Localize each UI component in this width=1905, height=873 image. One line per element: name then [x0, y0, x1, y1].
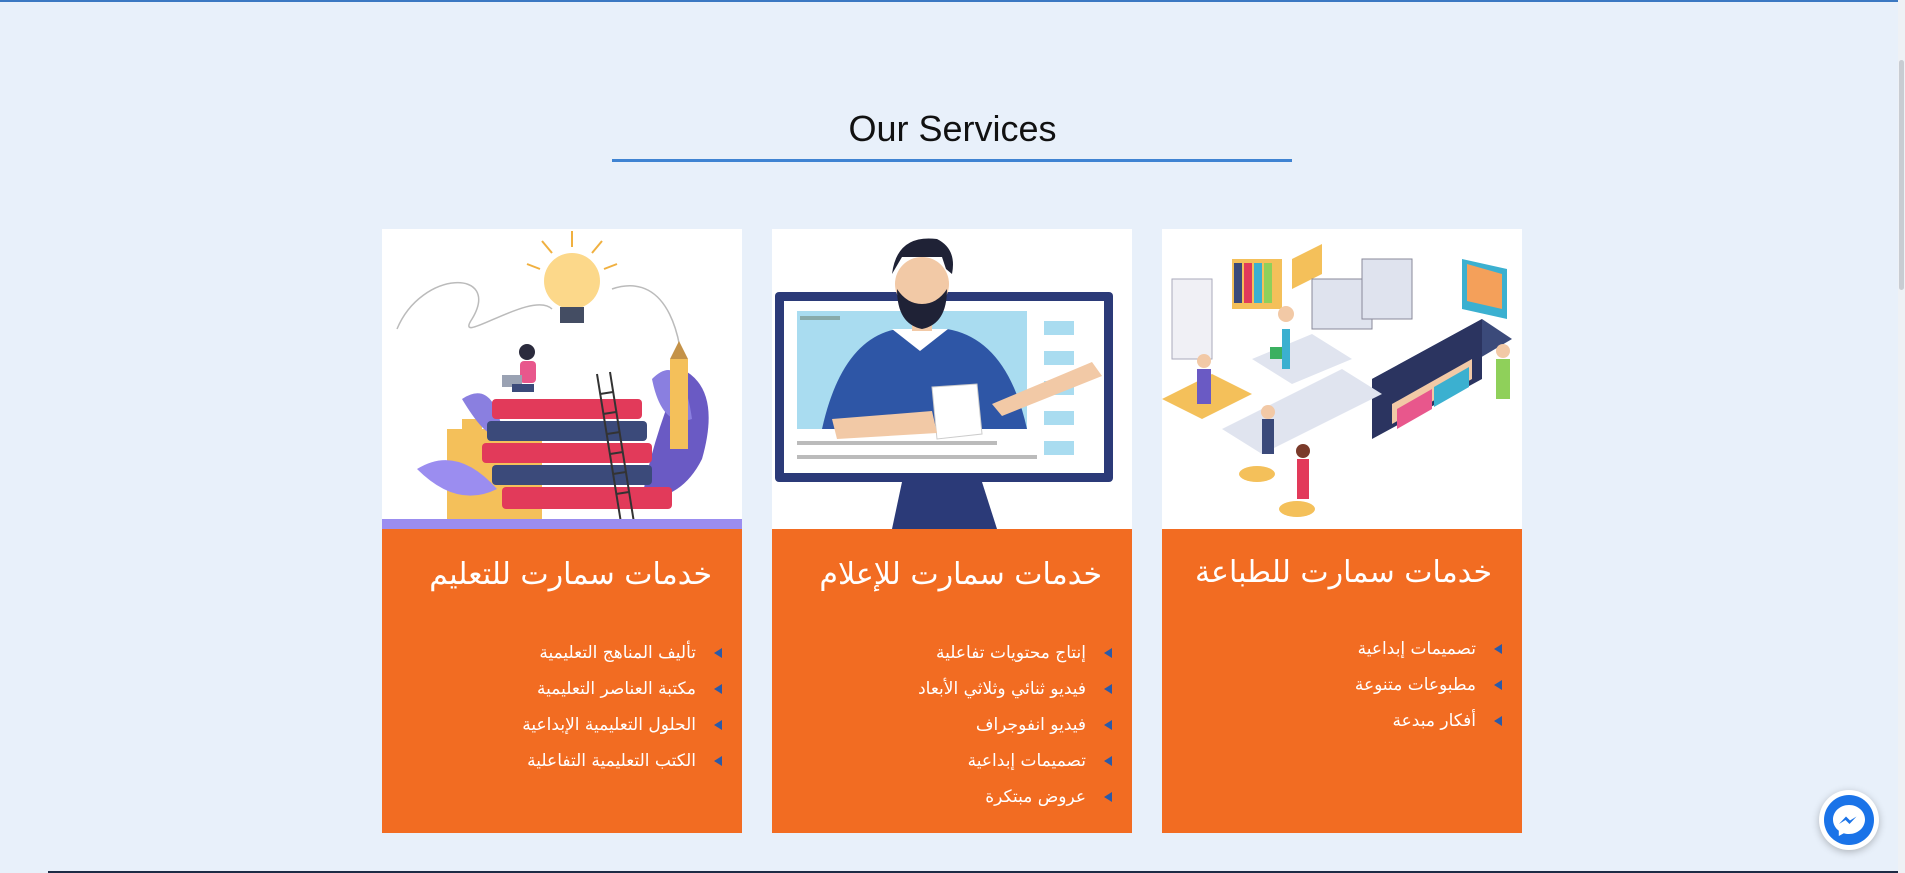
books-lightbulb-icon — [382, 229, 742, 529]
list-item[interactable]: الكتب التعليمية التفاعلية — [522, 743, 722, 779]
bullet-icon — [714, 756, 722, 766]
service-title: خدمات سمارت للتعليم — [429, 557, 712, 592]
list-item[interactable]: الحلول التعليمية الإبداعية — [522, 707, 722, 743]
bullet-icon — [1104, 648, 1112, 658]
printing-office-icon — [1162, 229, 1522, 529]
service-title: خدمات سمارت للإعلام — [819, 557, 1102, 592]
list-item[interactable]: فيديو ثنائي وثلاثي الأبعاد — [918, 671, 1112, 707]
list-item[interactable]: أفكار مبدعة — [1355, 703, 1502, 739]
bullet-icon — [1104, 720, 1112, 730]
bullet-icon — [1104, 756, 1112, 766]
service-list: تأليف المناهج التعليمية مكتبة العناصر ال… — [522, 635, 722, 779]
messenger-chat-button[interactable] — [1819, 790, 1879, 850]
list-item[interactable]: مطبوعات متنوعة — [1355, 667, 1502, 703]
bullet-icon — [714, 684, 722, 694]
bullet-icon — [1494, 716, 1502, 726]
messenger-icon — [1824, 795, 1874, 845]
bullet-icon — [714, 720, 722, 730]
bullet-icon — [1494, 644, 1502, 654]
bullet-icon — [1104, 792, 1112, 802]
service-list: إنتاج محتويات تفاعلية فيديو ثنائي وثلاثي… — [918, 635, 1112, 815]
list-item[interactable]: تصميمات إبداعية — [918, 743, 1112, 779]
service-card-printing[interactable]: خدمات سمارت للطباعة تصميمات إبداعية مطبو… — [1162, 229, 1522, 833]
bullet-icon — [1104, 684, 1112, 694]
list-item[interactable]: إنتاج محتويات تفاعلية — [918, 635, 1112, 671]
list-item[interactable]: مكتبة العناصر التعليمية — [522, 671, 722, 707]
bullet-icon — [714, 648, 722, 658]
service-list: تصميمات إبداعية مطبوعات متنوعة أفكار مبد… — [1355, 631, 1502, 739]
presenter-monitor-icon — [772, 229, 1132, 529]
list-item[interactable]: تأليف المناهج التعليمية — [522, 635, 722, 671]
section-title: Our Services — [848, 108, 1057, 149]
list-item[interactable]: تصميمات إبداعية — [1355, 631, 1502, 667]
list-item[interactable]: عروض مبتكرة — [918, 779, 1112, 815]
top-border — [0, 0, 1905, 2]
scrollbar-thumb[interactable] — [1899, 60, 1904, 290]
service-title: خدمات سمارت للطباعة — [1194, 555, 1492, 590]
list-item[interactable]: فيديو انفوجراف — [918, 707, 1112, 743]
service-card-education[interactable]: خدمات سمارت للتعليم تأليف المناهج التعلي… — [382, 229, 742, 833]
service-card-media[interactable]: خدمات سمارت للإعلام إنتاج محتويات تفاعلي… — [772, 229, 1132, 833]
bullet-icon — [1494, 680, 1502, 690]
title-underline — [612, 159, 1292, 162]
